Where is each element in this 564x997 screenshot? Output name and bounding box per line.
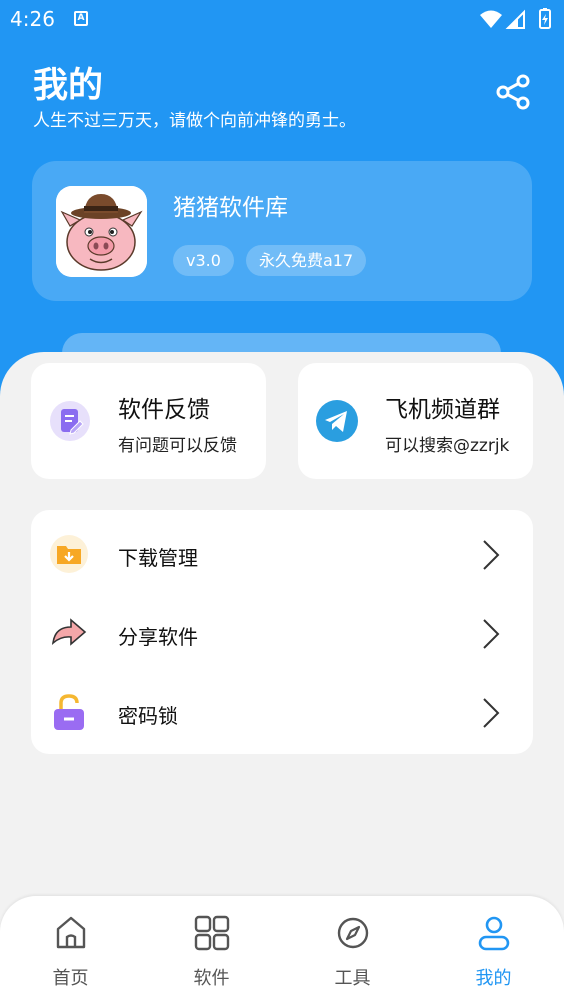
nav-label-software: 软件 bbox=[193, 968, 230, 989]
menu-item-download-manager[interactable]: 下载管理 bbox=[31, 514, 533, 593]
page-title: 我的 bbox=[33, 66, 104, 106]
app-logo bbox=[56, 186, 147, 277]
status-time: 4:26 bbox=[10, 7, 55, 31]
page-subtitle: 人生不过三万天，请做个向前冲锋的勇士。 bbox=[33, 111, 356, 131]
app-info-card[interactable]: 猪猪软件库 v3.0 永久免费a17 bbox=[32, 161, 532, 301]
nav-tab-software[interactable]: 软件 bbox=[141, 896, 282, 997]
status-bar: 4:26 A bbox=[0, 0, 564, 38]
feedback-card[interactable]: 软件反馈 有问题可以反馈 bbox=[31, 363, 266, 479]
pig-mascot-icon bbox=[56, 186, 147, 277]
feedback-desc: 有问题可以反馈 bbox=[118, 436, 237, 456]
app-name: 猪猪软件库 bbox=[173, 195, 288, 221]
bottom-navigation: 首页 软件 工具 我的 bbox=[0, 896, 564, 997]
feedback-icon bbox=[50, 401, 90, 441]
compass-icon bbox=[337, 917, 368, 949]
chevron-right-icon bbox=[483, 698, 500, 728]
share-arrow-icon bbox=[51, 618, 87, 646]
nav-tab-tools[interactable]: 工具 bbox=[282, 896, 423, 997]
nav-label-home: 首页 bbox=[52, 968, 89, 989]
system-status-icons bbox=[480, 8, 551, 29]
telegram-icon bbox=[316, 400, 358, 442]
chevron-right-icon bbox=[483, 619, 500, 649]
grid-icon bbox=[194, 915, 229, 951]
nav-label-tools: 工具 bbox=[334, 968, 371, 989]
nav-tab-home[interactable]: 首页 bbox=[0, 896, 141, 997]
settings-menu: 下载管理 分享软件 密码锁 bbox=[31, 510, 533, 754]
chevron-right-icon bbox=[483, 540, 500, 570]
license-badge: 永久免费a17 bbox=[246, 245, 367, 276]
nav-label-mine: 我的 bbox=[475, 968, 512, 989]
feedback-title: 软件反馈 bbox=[118, 397, 210, 423]
telegram-title: 飞机频道群 bbox=[385, 397, 500, 423]
menu-label-download: 下载管理 bbox=[118, 546, 198, 570]
user-icon bbox=[478, 916, 509, 951]
lock-icon bbox=[54, 694, 84, 730]
telegram-channel-card[interactable]: 飞机频道群 可以搜索@zzrjk bbox=[298, 363, 533, 479]
menu-item-password-lock[interactable]: 密码锁 bbox=[31, 672, 533, 751]
wifi-icon bbox=[480, 10, 502, 28]
download-folder-icon bbox=[50, 535, 88, 573]
telegram-desc: 可以搜索@zzrjk bbox=[385, 436, 510, 456]
menu-item-share-software[interactable]: 分享软件 bbox=[31, 593, 533, 672]
home-icon bbox=[56, 916, 85, 949]
share-icon[interactable] bbox=[494, 72, 534, 112]
notification-a-icon: A bbox=[74, 11, 88, 26]
version-badge: v3.0 bbox=[173, 245, 234, 276]
nav-tab-mine[interactable]: 我的 bbox=[423, 896, 564, 997]
menu-label-lock: 密码锁 bbox=[118, 704, 178, 728]
menu-label-share: 分享软件 bbox=[118, 625, 198, 649]
